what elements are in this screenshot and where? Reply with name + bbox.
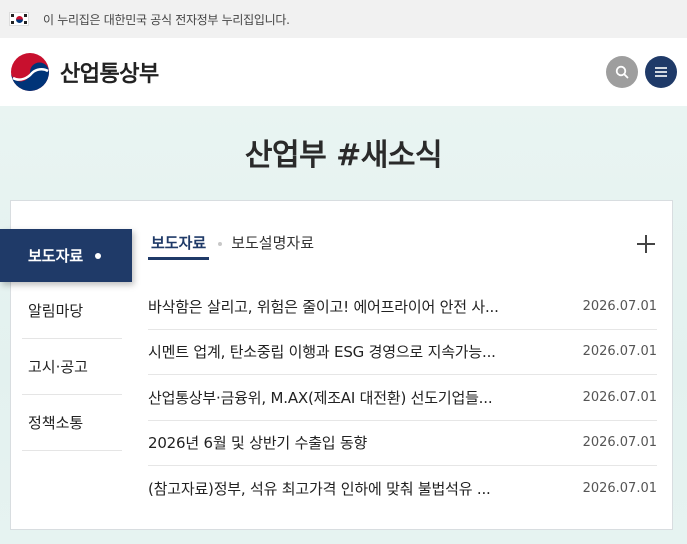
tab-separator <box>218 241 223 246</box>
news-item[interactable]: 바삭함은 살리고, 위험은 줄이고! 에어프라이어 안전 사... 2026.0… <box>148 284 657 330</box>
news-date: 2026.07.01 <box>582 481 657 497</box>
news-title: 바삭함은 살리고, 위험은 줄이고! 에어프라이어 안전 사... <box>148 297 499 316</box>
korean-flag-icon <box>9 12 29 26</box>
side-nav-label: 알림마당 <box>28 302 84 320</box>
news-list: 바삭함은 살리고, 위험은 줄이고! 에어프라이어 안전 사... 2026.0… <box>148 284 657 512</box>
news-item[interactable]: 시멘트 업계, 탄소중립 이행과 ESG 경영으로 지속가능... 2026.0… <box>148 330 657 375</box>
news-date: 2026.07.01 <box>582 435 657 451</box>
news-date: 2026.07.01 <box>582 298 657 314</box>
search-button[interactable] <box>606 56 638 88</box>
taegeuk-logo-icon <box>10 52 50 92</box>
search-icon <box>615 65 629 79</box>
news-title: (참고자료)정부, 석유 최고가격 인하에 맞춰 불법석유 ... <box>148 480 491 499</box>
news-item[interactable]: (참고자료)정부, 석유 최고가격 인하에 맞춰 불법석유 ... 2026.0… <box>148 466 657 512</box>
section-title: 산업부 #새소식 <box>244 138 443 173</box>
gov-banner: 이 누리집은 대한민국 공식 전자정부 누리집입니다. <box>0 0 687 38</box>
news-item[interactable]: 산업통상부·금융위, M.AX(제조AI 대전환) 선도기업들... 2026.… <box>148 375 657 421</box>
active-dot-icon <box>95 252 102 259</box>
tab-press-explanation[interactable]: 보도설명자료 <box>231 232 314 260</box>
news-title: 산업통상부·금융위, M.AX(제조AI 대전환) 선도기업들... <box>148 388 493 407</box>
side-nav-label: 고시·공고 <box>28 358 88 376</box>
news-tabs: 보도자료 보도설명자료 <box>148 232 314 260</box>
tab-press-release[interactable]: 보도자료 <box>148 232 210 260</box>
news-title: 2026년 6월 및 상반기 수출입 동향 <box>148 434 368 453</box>
news-item[interactable]: 2026년 6월 및 상반기 수출입 동향 2026.07.01 <box>148 421 657 466</box>
site-name: 산업통상부 <box>60 62 159 87</box>
hamburger-menu-icon <box>655 67 667 77</box>
side-nav-label: 보도자료 <box>28 247 84 265</box>
side-nav-item-press-release[interactable]: 보도자료 <box>0 229 132 282</box>
side-nav-item-announcement[interactable]: 고시·공고 <box>22 339 122 395</box>
menu-button[interactable] <box>645 56 677 88</box>
site-logo[interactable]: 산업통상부 <box>10 52 159 92</box>
side-nav-item-notice[interactable]: 알림마당 <box>22 283 122 339</box>
more-button[interactable] <box>634 232 658 256</box>
side-nav-label: 정책소통 <box>28 414 84 432</box>
news-date: 2026.07.01 <box>582 344 657 360</box>
news-title: 시멘트 업계, 탄소중립 이행과 ESG 경영으로 지속가능... <box>148 343 496 362</box>
header: 산업통상부 <box>0 38 687 106</box>
side-nav-item-policy[interactable]: 정책소통 <box>22 395 122 451</box>
news-date: 2026.07.01 <box>582 389 657 405</box>
gov-banner-text: 이 누리집은 대한민국 공식 전자정부 누리집입니다. <box>43 12 290 27</box>
